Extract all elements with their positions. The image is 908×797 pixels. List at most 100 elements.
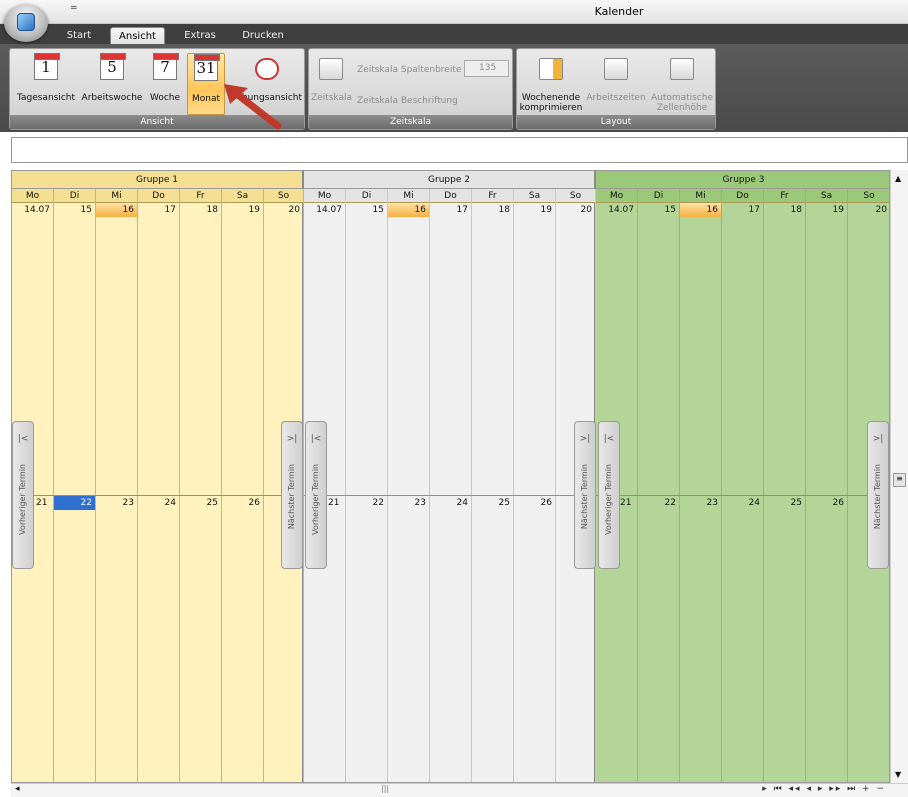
next-appointment-button[interactable]: >| Nächster Termin (281, 421, 303, 569)
clock-grid-icon (319, 58, 343, 80)
day-number: 26 (832, 498, 844, 508)
day-header: So (556, 189, 595, 203)
day-column[interactable]: Mi 16 23 (96, 189, 138, 782)
day-header: Sa (222, 189, 263, 203)
day-number: 25 (498, 498, 510, 508)
day-column[interactable]: Fr 18 25 (764, 189, 806, 782)
day-header: Mo (304, 189, 345, 203)
group-header: Gruppe 2 (304, 171, 594, 189)
day-column[interactable]: Do 17 24 (138, 189, 180, 782)
work-hours-icon (604, 58, 628, 80)
day-column[interactable]: Di 15 22 (346, 189, 388, 782)
day-header: So (264, 189, 303, 203)
group-zeitskala: Zeitskala Zeitskala Spaltenbreite 135 Ze… (308, 48, 513, 130)
day-header: Di (638, 189, 679, 203)
zellenhoehe-button[interactable]: Automatische Zellenhöhe (649, 53, 715, 115)
day-column[interactable]: Sa 19 26 (222, 189, 264, 782)
day-column[interactable]: Di 15 22 (54, 189, 96, 782)
day-number: 25 (206, 498, 218, 508)
day-number: 24 (456, 498, 468, 508)
day-number: 23 (706, 498, 718, 508)
wochenende-button[interactable]: Wochenende komprimieren (519, 53, 583, 115)
spaltenbreite-label: Zeitskala Spaltenbreite (357, 65, 462, 75)
go-last-icon: >| (286, 434, 298, 444)
beschriftung-dropdown[interactable]: Zeitskala Beschriftung (357, 96, 458, 106)
day-number: 21 (36, 498, 48, 508)
day-header: Mi (96, 189, 137, 203)
day-column[interactable]: Fr 18 25 (472, 189, 514, 782)
day-number: 17 (456, 205, 468, 215)
filter-bar[interactable] (11, 137, 908, 163)
day-header: Mi (388, 189, 429, 203)
day-header: Do (138, 189, 179, 203)
day-header: Mi (680, 189, 721, 203)
tab-extras[interactable]: Extras (176, 27, 224, 44)
calendar-day-icon: 1 (34, 53, 60, 80)
red-arrow-annotation-icon (224, 84, 282, 130)
scroll-down-icon[interactable]: ▼ (895, 770, 901, 779)
arbeitszeiten-button[interactable]: Arbeitszeiten (585, 53, 647, 115)
day-header: Fr (180, 189, 221, 203)
day-number: 20 (580, 205, 592, 215)
day-number: 19 (832, 205, 844, 215)
title-bar: = Kalender (0, 0, 908, 24)
next-appointment-button[interactable]: >| Nächster Termin (574, 421, 596, 569)
day-header: Do (430, 189, 471, 203)
tagesansicht-button[interactable]: 1 Tagesansicht (14, 53, 78, 115)
prev-appointment-button[interactable]: |< Vorheriger Termin (598, 421, 620, 569)
horizontal-scrollbar[interactable]: ◂ ||| ▸ ⏮ ◂◂ ◂ ▸ ▸▸ ⏭ + − (11, 783, 908, 797)
timeline-clock-icon (255, 58, 279, 80)
day-column[interactable]: Fr 18 25 (180, 189, 222, 782)
day-number: 21 (620, 498, 632, 508)
day-number: 24 (164, 498, 176, 508)
tab-drucken[interactable]: Drucken (236, 27, 290, 44)
group-header: Gruppe 1 (12, 171, 302, 189)
resource-group-3: Gruppe 3 Mo 14.07 Di 15 22 Mi 16 23 Do 17 24 Fr… (596, 171, 889, 782)
application-menu-button[interactable] (4, 4, 48, 42)
prev-appointment-button[interactable]: |< Vorheriger Termin (12, 421, 34, 569)
day-number: 18 (498, 205, 510, 215)
next-appointment-button[interactable]: >| Nächster Termin (867, 421, 889, 569)
scroll-thumb[interactable]: ≡ (893, 473, 906, 487)
day-header: Do (722, 189, 763, 203)
group-label-zeitskala: Zeitskala (309, 115, 512, 129)
day-number: 14.07 (24, 205, 50, 215)
day-number: 16 (706, 205, 718, 215)
go-first-icon: |< (603, 434, 615, 444)
go-last-icon: >| (872, 434, 884, 444)
day-column[interactable]: Do 17 24 (722, 189, 764, 782)
day-column[interactable]: Sa 19 26 (806, 189, 848, 782)
cell-height-icon (670, 58, 694, 80)
vertical-scrollbar[interactable]: ▲ ≡ ▼ (890, 170, 908, 783)
tab-start[interactable]: Start (58, 27, 100, 44)
scroll-up-icon[interactable]: ▲ (895, 174, 901, 183)
day-column[interactable]: Sa 19 26 (514, 189, 556, 782)
day-number: 17 (164, 205, 176, 215)
app-cube-icon (17, 13, 35, 31)
scroll-thumb[interactable]: ||| (381, 784, 389, 793)
prev-appointment-button[interactable]: |< Vorheriger Termin (305, 421, 327, 569)
scroll-left-icon[interactable]: ◂ (15, 784, 20, 794)
day-number: 26 (540, 498, 552, 508)
day-number: 20 (288, 205, 300, 215)
day-column[interactable]: Do 17 24 (430, 189, 472, 782)
group-header: Gruppe 3 (596, 171, 889, 189)
arbeitswoche-button[interactable]: 5 Arbeitswoche (80, 53, 144, 115)
tab-ansicht[interactable]: Ansicht (110, 27, 165, 44)
spaltenbreite-spinner[interactable]: 135 (464, 60, 509, 77)
day-column[interactable]: Mi 16 23 (680, 189, 722, 782)
day-number: 25 (790, 498, 802, 508)
window-title: Kalender (594, 5, 644, 18)
go-last-icon: >| (579, 434, 591, 444)
calendar-week-icon: 7 (153, 53, 179, 80)
day-column[interactable]: Mi 16 23 (388, 189, 430, 782)
navigation-pager[interactable]: ▸ ⏮ ◂◂ ◂ ▸ ▸▸ ⏭ + − (762, 784, 886, 794)
woche-button[interactable]: 7 Woche (146, 53, 184, 115)
monat-button[interactable]: 31 Monat (187, 53, 225, 115)
day-number: 14.07 (608, 205, 634, 215)
day-column[interactable]: Di 15 22 (638, 189, 680, 782)
day-number: 17 (748, 205, 760, 215)
zeitskala-button[interactable]: Zeitskala (311, 53, 352, 115)
day-number: 15 (664, 205, 676, 215)
group-label-layout: Layout (517, 115, 715, 129)
